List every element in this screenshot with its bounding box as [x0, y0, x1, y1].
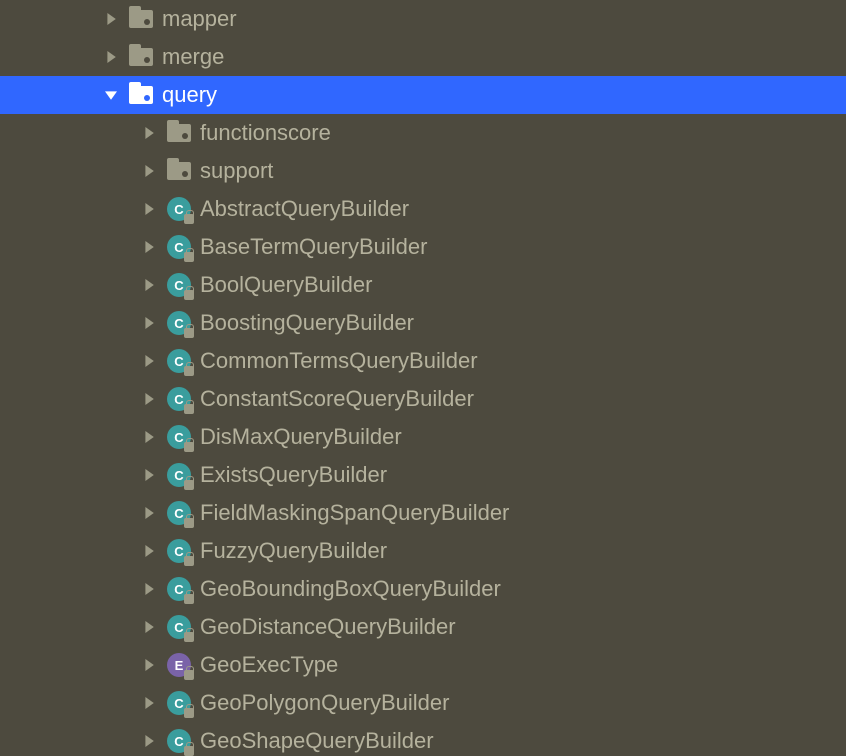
- chevron-right-icon[interactable]: [138, 160, 160, 182]
- tree-item-label: BoolQueryBuilder: [200, 272, 372, 298]
- chevron-right-icon[interactable]: [138, 502, 160, 524]
- project-tree[interactable]: mapper merge query functionscore support C Abs…: [0, 0, 846, 756]
- tree-row[interactable]: C GeoDistanceQueryBuilder: [0, 608, 846, 646]
- tree-item-label: GeoExecType: [200, 652, 338, 678]
- lock-icon: [184, 442, 194, 452]
- folder-icon: [166, 120, 192, 146]
- tree-item-label: FuzzyQueryBuilder: [200, 538, 387, 564]
- chevron-right-icon[interactable]: [100, 8, 122, 30]
- class-icon: C: [166, 310, 192, 336]
- class-icon: C: [166, 614, 192, 640]
- tree-item-label: AbstractQueryBuilder: [200, 196, 409, 222]
- tree-row[interactable]: E GeoExecType: [0, 646, 846, 684]
- chevron-right-icon[interactable]: [138, 426, 160, 448]
- tree-row[interactable]: C GeoPolygonQueryBuilder: [0, 684, 846, 722]
- lock-icon: [184, 708, 194, 718]
- tree-item-label: ConstantScoreQueryBuilder: [200, 386, 474, 412]
- tree-row[interactable]: C FuzzyQueryBuilder: [0, 532, 846, 570]
- chevron-right-icon[interactable]: [138, 350, 160, 372]
- lock-icon: [184, 480, 194, 490]
- tree-item-label: merge: [162, 44, 224, 70]
- class-icon: C: [166, 500, 192, 526]
- tree-row[interactable]: C BaseTermQueryBuilder: [0, 228, 846, 266]
- tree-row[interactable]: support: [0, 152, 846, 190]
- tree-item-label: GeoBoundingBoxQueryBuilder: [200, 576, 501, 602]
- tree-row[interactable]: functionscore: [0, 114, 846, 152]
- tree-row[interactable]: C ConstantScoreQueryBuilder: [0, 380, 846, 418]
- lock-icon: [184, 214, 194, 224]
- chevron-right-icon[interactable]: [138, 578, 160, 600]
- tree-item-label: BoostingQueryBuilder: [200, 310, 414, 336]
- lock-icon: [184, 556, 194, 566]
- lock-icon: [184, 290, 194, 300]
- class-icon: C: [166, 272, 192, 298]
- chevron-right-icon[interactable]: [138, 388, 160, 410]
- folder-icon: [128, 6, 154, 32]
- tree-item-label: GeoShapeQueryBuilder: [200, 728, 434, 754]
- lock-icon: [184, 670, 194, 680]
- tree-row[interactable]: C BoostingQueryBuilder: [0, 304, 846, 342]
- tree-item-label: FieldMaskingSpanQueryBuilder: [200, 500, 509, 526]
- lock-icon: [184, 518, 194, 528]
- chevron-right-icon[interactable]: [138, 654, 160, 676]
- tree-item-label: DisMaxQueryBuilder: [200, 424, 402, 450]
- folder-icon: [128, 82, 154, 108]
- tree-item-label: functionscore: [200, 120, 331, 146]
- tree-row[interactable]: C AbstractQueryBuilder: [0, 190, 846, 228]
- tree-item-label: support: [200, 158, 273, 184]
- chevron-right-icon[interactable]: [138, 464, 160, 486]
- chevron-right-icon[interactable]: [100, 46, 122, 68]
- class-icon: C: [166, 538, 192, 564]
- tree-row[interactable]: query: [0, 76, 846, 114]
- tree-row[interactable]: C GeoBoundingBoxQueryBuilder: [0, 570, 846, 608]
- class-icon: C: [166, 386, 192, 412]
- tree-row[interactable]: C DisMaxQueryBuilder: [0, 418, 846, 456]
- tree-item-label: BaseTermQueryBuilder: [200, 234, 427, 260]
- tree-row[interactable]: C ExistsQueryBuilder: [0, 456, 846, 494]
- tree-item-label: GeoDistanceQueryBuilder: [200, 614, 456, 640]
- lock-icon: [184, 252, 194, 262]
- chevron-down-icon[interactable]: [100, 84, 122, 106]
- tree-row[interactable]: C BoolQueryBuilder: [0, 266, 846, 304]
- chevron-right-icon[interactable]: [138, 540, 160, 562]
- chevron-right-icon[interactable]: [138, 312, 160, 334]
- folder-icon: [128, 44, 154, 70]
- chevron-right-icon[interactable]: [138, 730, 160, 752]
- lock-icon: [184, 366, 194, 376]
- chevron-right-icon[interactable]: [138, 616, 160, 638]
- lock-icon: [184, 404, 194, 414]
- tree-row[interactable]: mapper: [0, 0, 846, 38]
- class-icon: C: [166, 728, 192, 754]
- class-icon: C: [166, 348, 192, 374]
- class-icon: C: [166, 576, 192, 602]
- folder-icon: [166, 158, 192, 184]
- tree-item-label: query: [162, 82, 217, 108]
- class-icon: C: [166, 462, 192, 488]
- lock-icon: [184, 328, 194, 338]
- tree-item-label: ExistsQueryBuilder: [200, 462, 387, 488]
- chevron-right-icon[interactable]: [138, 198, 160, 220]
- tree-row[interactable]: C GeoShapeQueryBuilder: [0, 722, 846, 756]
- chevron-right-icon[interactable]: [138, 122, 160, 144]
- lock-icon: [184, 632, 194, 642]
- chevron-right-icon[interactable]: [138, 236, 160, 258]
- class-icon: C: [166, 690, 192, 716]
- tree-item-label: mapper: [162, 6, 237, 32]
- lock-icon: [184, 746, 194, 756]
- tree-row[interactable]: merge: [0, 38, 846, 76]
- tree-row[interactable]: C FieldMaskingSpanQueryBuilder: [0, 494, 846, 532]
- tree-item-label: GeoPolygonQueryBuilder: [200, 690, 449, 716]
- class-icon: C: [166, 196, 192, 222]
- class-icon: C: [166, 234, 192, 260]
- chevron-right-icon[interactable]: [138, 274, 160, 296]
- enum-icon: E: [166, 652, 192, 678]
- tree-item-label: CommonTermsQueryBuilder: [200, 348, 478, 374]
- chevron-right-icon[interactable]: [138, 692, 160, 714]
- class-icon: C: [166, 424, 192, 450]
- tree-row[interactable]: C CommonTermsQueryBuilder: [0, 342, 846, 380]
- lock-icon: [184, 594, 194, 604]
